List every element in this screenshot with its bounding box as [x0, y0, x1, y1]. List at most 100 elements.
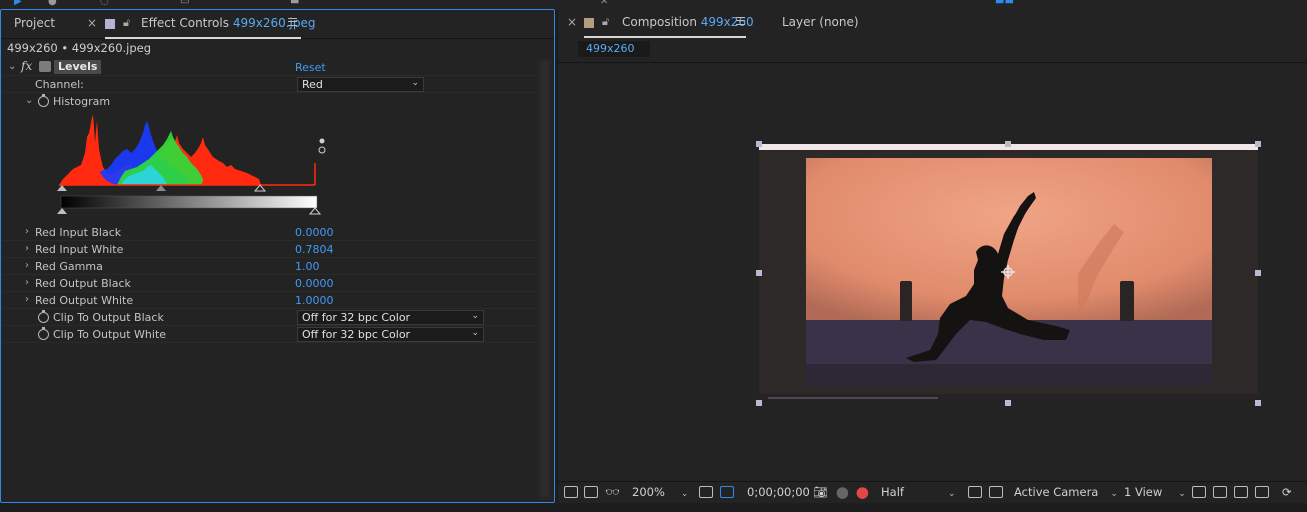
channel-dropdown[interactable]: Red ⌄: [297, 77, 424, 92]
hand-tool-icon[interactable]: ●: [48, 0, 57, 7]
output-black-slider: [57, 208, 67, 214]
clip-black-dropdown[interactable]: Off for 32 bpc Color ⌄: [297, 310, 484, 325]
chevron-right-icon[interactable]: ›: [25, 277, 29, 288]
selection-tool-icon[interactable]: ▶: [14, 0, 22, 7]
stopwatch-icon[interactable]: [38, 310, 49, 323]
chevron-down-icon: ⌄: [680, 489, 689, 499]
zoom-dropdown[interactable]: 200% ⌄: [632, 485, 688, 499]
param-value[interactable]: 0.0000: [295, 277, 334, 290]
param-red-output-white[interactable]: › Red Output White 1.0000: [3, 292, 537, 309]
workspace-default[interactable]: ▬▬: [995, 0, 1014, 7]
left-tabbar: Project × 🔓︎ Effect Controls 499x260.jpe…: [1, 10, 554, 39]
param-value[interactable]: 1.0000: [295, 294, 334, 307]
chevron-right-icon[interactable]: ›: [25, 243, 29, 254]
chevron-down-icon: ⌄: [411, 78, 419, 88]
chevron-down-icon[interactable]: ⌄: [8, 61, 16, 72]
camera-dropdown[interactable]: Active Camera ⌄: [1014, 485, 1118, 499]
always-preview-icon[interactable]: [564, 486, 578, 498]
camera-tool-icon[interactable]: ▭: [180, 0, 189, 7]
show-snapshot-icon[interactable]: ⬤: [836, 485, 849, 499]
speaker-left: [900, 281, 912, 321]
snapshot-icon[interactable]: 📷︎: [813, 485, 828, 499]
tab-composition-label: Composition: [622, 15, 697, 29]
fit-frame-icon[interactable]: [699, 486, 713, 498]
tab-composition[interactable]: Composition 499x260: [622, 15, 754, 29]
composition-viewer[interactable]: [558, 64, 1307, 479]
vr-goggles-icon[interactable]: 👓︎: [605, 485, 620, 499]
transparency-toggle-icon[interactable]: [989, 486, 1003, 498]
panel-color-swatch: [584, 18, 594, 28]
region-of-interest-icon[interactable]: [968, 486, 982, 498]
param-red-input-black[interactable]: › Red Input Black 0.0000: [3, 224, 537, 241]
reset-link[interactable]: Reset: [295, 61, 326, 74]
param-value[interactable]: 0.0000: [295, 226, 334, 239]
effect-header-levels[interactable]: ⌄ fx Levels Reset: [3, 59, 537, 76]
param-label: Red Gamma: [35, 260, 103, 273]
monitor-icon[interactable]: [584, 486, 598, 498]
toggle-pixel-aspect-icon[interactable]: [1192, 486, 1206, 498]
lock-icon[interactable]: 🔓︎: [123, 16, 130, 30]
speaker-right: [1120, 281, 1134, 321]
tab-composition-name: 499x260: [700, 15, 754, 29]
timecode-display[interactable]: 0;00;00;00: [747, 485, 810, 499]
param-value[interactable]: 0.7804: [295, 243, 334, 256]
close-icon[interactable]: ×: [87, 16, 97, 30]
active-tab-indicator: [105, 37, 301, 39]
param-red-gamma[interactable]: › Red Gamma 1.00: [3, 258, 537, 275]
chevron-right-icon[interactable]: ›: [25, 294, 29, 305]
tab-project[interactable]: Project: [14, 16, 55, 30]
effect-name[interactable]: Levels: [54, 60, 102, 74]
clip-black-label: Clip To Output Black: [53, 311, 164, 324]
channel-label: Channel:: [35, 78, 84, 91]
stopwatch-icon[interactable]: [38, 94, 49, 107]
param-value[interactable]: 1.00: [295, 260, 320, 273]
close-icon[interactable]: ×: [567, 15, 577, 29]
histogram-dot-lower: [318, 146, 326, 154]
clip-white-label: Clip To Output White: [53, 328, 167, 341]
composition-tabbar: × 🔓︎ Composition 499x260 Layer (none): [558, 9, 1307, 38]
transparency-grid-icon[interactable]: [720, 486, 734, 498]
effect-controls-scrollbar[interactable]: [538, 59, 552, 500]
chevron-right-icon[interactable]: ›: [25, 226, 29, 237]
histogram-dot-upper: [319, 138, 325, 144]
tab-layer[interactable]: Layer (none): [782, 15, 859, 29]
viewer-canvas: [756, 141, 1261, 406]
fast-previews-icon[interactable]: [1213, 486, 1227, 498]
clip-white-dropdown[interactable]: Off for 32 bpc Color ⌄: [297, 327, 484, 342]
stage-floor-shadow: [806, 364, 1212, 386]
reset-exposure-icon[interactable]: ⟳: [1282, 485, 1292, 499]
histogram-label: Histogram: [53, 95, 111, 108]
effect-type-icon: [39, 61, 51, 72]
chevron-down-icon[interactable]: ⌄: [25, 95, 33, 106]
channel-value: Red: [302, 78, 323, 91]
param-label: Red Input Black: [35, 226, 122, 239]
input-white-slider: [253, 184, 267, 192]
lock-icon[interactable]: 🔓︎: [602, 15, 609, 29]
param-red-input-white[interactable]: › Red Input White 0.7804: [3, 241, 537, 258]
zoom-value: 200%: [632, 485, 665, 499]
color-channels-icon[interactable]: ⬤: [856, 485, 869, 499]
chevron-down-icon: ⌄: [1178, 489, 1186, 499]
panel-menu-icon[interactable]: [736, 17, 745, 25]
resolution-value: Half: [881, 485, 904, 499]
shape-tool-icon[interactable]: ▬: [290, 0, 299, 7]
snapping-toggle-icon[interactable]: ✕: [600, 0, 608, 7]
tab-effect-controls-file: 499x260.jpeg: [232, 16, 316, 30]
fx-toggle-icon[interactable]: fx: [21, 59, 32, 73]
resolution-dropdown[interactable]: Half ⌄: [881, 485, 956, 499]
param-red-output-black[interactable]: › Red Output Black 0.0000: [3, 275, 537, 292]
flowchart-icon[interactable]: [1255, 486, 1269, 498]
tab-effect-controls-label: Effect Controls: [141, 16, 229, 30]
view-layout-dropdown[interactable]: 1 View ⌄: [1124, 485, 1186, 499]
layer-bottom-line: [768, 397, 938, 399]
stopwatch-icon[interactable]: [38, 327, 49, 340]
bottom-edge: [0, 503, 1307, 512]
histogram-graph: [57, 115, 326, 215]
scrollbar-thumb[interactable]: [541, 61, 549, 497]
timeline-icon[interactable]: [1234, 486, 1248, 498]
panel-menu-icon[interactable]: [288, 18, 297, 26]
composition-chip[interactable]: 499x260: [578, 41, 650, 57]
param-label: Red Output Black: [35, 277, 131, 290]
chevron-right-icon[interactable]: ›: [25, 260, 29, 271]
rotate-tool-icon[interactable]: ◌: [100, 0, 109, 7]
